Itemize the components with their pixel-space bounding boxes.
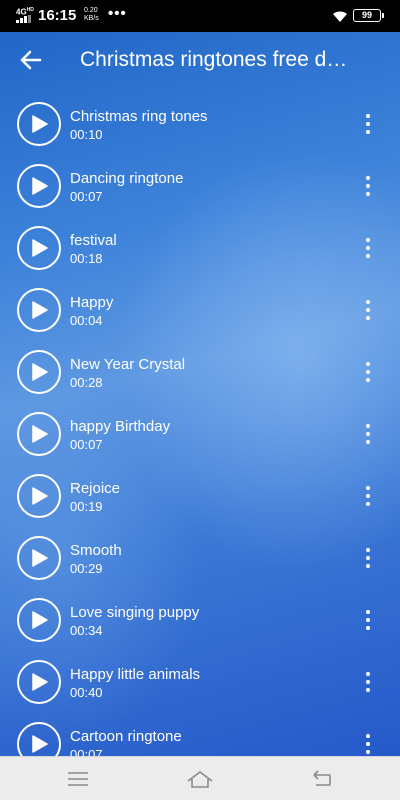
notification-overflow-icon: ••• xyxy=(108,5,127,22)
play-icon xyxy=(32,487,48,505)
play-button[interactable] xyxy=(17,102,61,146)
ringtone-title: New Year Crystal xyxy=(70,356,186,373)
play-icon xyxy=(32,549,48,567)
play-button[interactable] xyxy=(17,288,61,332)
ringtone-duration: 00:10 xyxy=(70,127,103,142)
ringtone-title: Rejoice xyxy=(70,480,121,497)
arrow-left-icon xyxy=(20,50,42,70)
more-options-icon[interactable] xyxy=(356,670,380,694)
home-button[interactable] xyxy=(180,765,220,793)
more-options-icon[interactable] xyxy=(356,298,380,322)
status-time: 16:15 xyxy=(38,7,77,24)
more-options-icon[interactable] xyxy=(356,546,380,570)
page-title: Christmas ringtones free d… xyxy=(80,48,348,71)
network-speed: 0.20 KB/s xyxy=(84,7,99,22)
signal-icon xyxy=(16,15,34,23)
play-button[interactable] xyxy=(17,660,61,704)
more-options-icon[interactable] xyxy=(356,236,380,260)
more-options-icon[interactable] xyxy=(356,112,380,136)
ringtone-title: festival xyxy=(70,232,117,249)
more-options-icon[interactable] xyxy=(356,174,380,198)
ringtone-duration: 00:07 xyxy=(70,747,103,756)
play-button[interactable] xyxy=(17,536,61,580)
play-icon xyxy=(32,611,48,629)
list-item[interactable]: Rejoice 00:19 xyxy=(0,464,400,526)
back-icon xyxy=(313,770,331,786)
more-options-icon[interactable] xyxy=(356,608,380,632)
ringtone-title: happy Birthday xyxy=(70,418,171,435)
list-item[interactable]: Dancing ringtone 00:07 xyxy=(0,154,400,216)
back-nav-button[interactable] xyxy=(302,765,342,793)
wifi-icon xyxy=(333,11,347,22)
ringtone-title: Love singing puppy xyxy=(70,604,200,621)
ringtone-title: Happy xyxy=(70,294,114,311)
ringtone-title: Christmas ring tones xyxy=(70,108,208,125)
more-options-icon[interactable] xyxy=(356,422,380,446)
play-button[interactable] xyxy=(17,350,61,394)
more-options-icon[interactable] xyxy=(356,732,380,756)
app-bar: Christmas ringtones free d… xyxy=(0,32,400,88)
play-icon xyxy=(32,177,48,195)
ringtone-duration: 00:19 xyxy=(70,499,103,514)
status-bar: 4GHD 16:15 0.20 KB/s ••• 99 xyxy=(0,0,400,32)
play-button[interactable] xyxy=(17,412,61,456)
ringtone-duration: 00:40 xyxy=(70,685,103,700)
list-item[interactable]: Christmas ring tones 00:10 xyxy=(0,92,400,154)
home-icon xyxy=(187,771,213,788)
battery-indicator: 99 xyxy=(353,9,384,22)
ringtone-duration: 00:07 xyxy=(70,189,103,204)
list-item[interactable]: Love singing puppy 00:34 xyxy=(0,588,400,650)
play-icon xyxy=(32,363,48,381)
list-item[interactable]: festival 00:18 xyxy=(0,216,400,278)
play-icon xyxy=(32,425,48,443)
more-options-icon[interactable] xyxy=(356,360,380,384)
more-options-icon[interactable] xyxy=(356,484,380,508)
play-button[interactable] xyxy=(17,226,61,270)
play-icon xyxy=(32,115,48,133)
list-item[interactable]: Smooth 00:29 xyxy=(0,526,400,588)
back-button[interactable] xyxy=(16,46,46,74)
ringtone-title: Dancing ringtone xyxy=(70,170,184,187)
ringtone-title: Happy little animals xyxy=(70,666,201,683)
menu-button[interactable] xyxy=(58,765,98,793)
ringtone-duration: 00:04 xyxy=(70,313,103,328)
play-icon xyxy=(32,239,48,257)
play-button[interactable] xyxy=(17,722,61,756)
ringtone-duration: 00:18 xyxy=(70,251,103,266)
ringtone-duration: 00:28 xyxy=(70,375,103,390)
list-item[interactable]: happy Birthday 00:07 xyxy=(0,402,400,464)
ringtone-list-screen: 4GHD 16:15 0.20 KB/s ••• 99 Christmas ri… xyxy=(0,0,400,756)
ringtone-duration: 00:34 xyxy=(70,623,103,638)
play-icon xyxy=(32,735,48,753)
ringtone-title: Cartoon ringtone xyxy=(70,728,182,745)
play-button[interactable] xyxy=(17,474,61,518)
list-item[interactable]: Cartoon ringtone 00:07 xyxy=(0,712,400,756)
play-button[interactable] xyxy=(17,164,61,208)
ringtone-title: Smooth xyxy=(70,542,122,559)
menu-icon xyxy=(68,772,88,786)
list-item[interactable]: Happy 00:04 xyxy=(0,278,400,340)
list-item[interactable]: Happy little animals 00:40 xyxy=(0,650,400,712)
list-item[interactable]: New Year Crystal 00:28 xyxy=(0,340,400,402)
system-nav-bar xyxy=(0,756,400,800)
ringtone-duration: 00:29 xyxy=(70,561,103,576)
play-icon xyxy=(32,673,48,691)
play-button[interactable] xyxy=(17,598,61,642)
ringtone-duration: 00:07 xyxy=(70,437,103,452)
play-icon xyxy=(32,301,48,319)
